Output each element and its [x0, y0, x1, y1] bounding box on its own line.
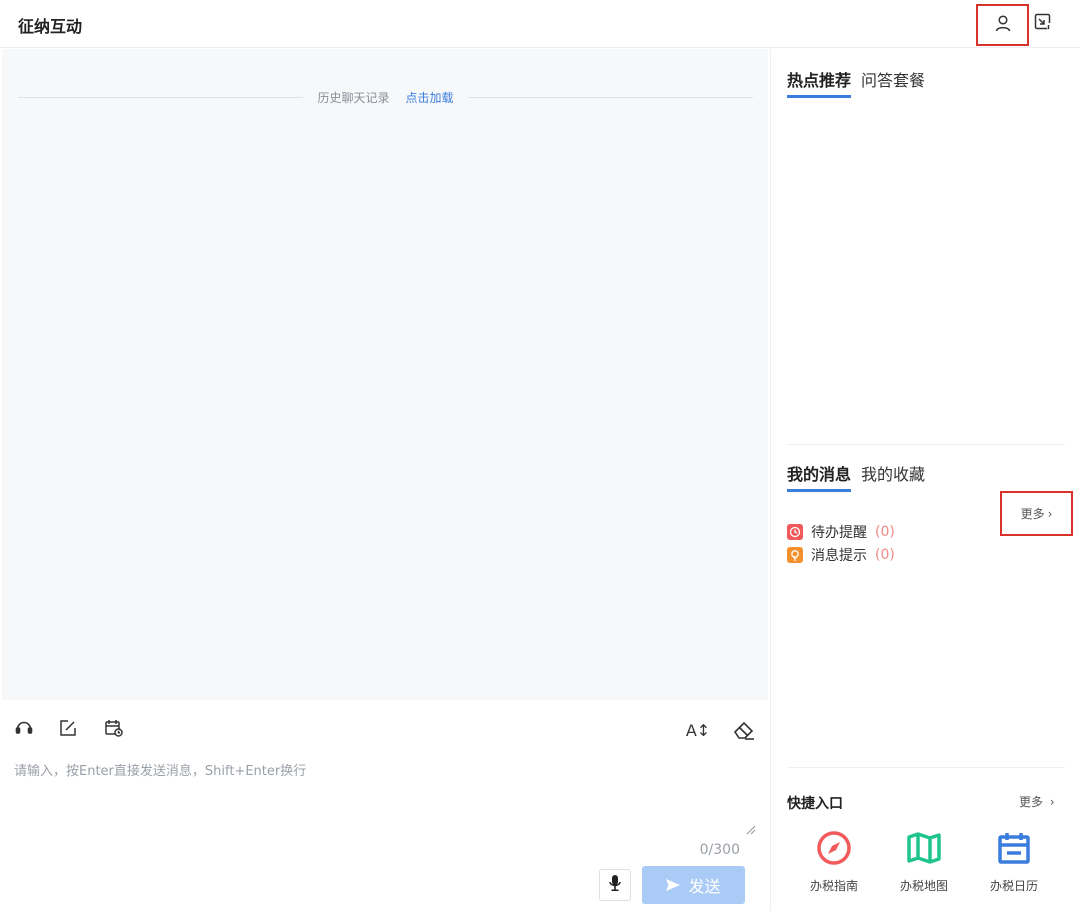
send-icon: [666, 876, 681, 895]
tab-hot-recommend[interactable]: 热点推荐: [787, 67, 852, 98]
message-notice-label: 消息提示: [811, 548, 867, 564]
section-divider: [787, 767, 1065, 768]
tab-qa-package[interactable]: 问答套餐: [861, 67, 925, 98]
quick-item-tax-guide[interactable]: 办税指南: [799, 829, 869, 894]
divider-line: [18, 96, 304, 98]
compass-icon: [814, 829, 854, 867]
clear-button[interactable]: [732, 720, 756, 744]
font-size-button[interactable]: A↕: [684, 718, 712, 742]
message-input[interactable]: [14, 760, 749, 832]
quick-item-tax-map[interactable]: 办税地图: [889, 829, 959, 894]
app-header: 征纳互动: [0, 0, 1080, 48]
calendar-icon: [994, 829, 1034, 867]
message-tabs: 我的消息 我的收藏: [787, 461, 925, 492]
customer-service-button[interactable]: [12, 718, 36, 742]
quick-entry-title: 快捷入口: [787, 796, 843, 812]
section-divider: [787, 444, 1065, 445]
divider-line: [467, 96, 753, 98]
tab-my-messages[interactable]: 我的消息: [787, 461, 852, 492]
quick-item-label: 办税指南: [809, 879, 858, 893]
edit-button[interactable]: [56, 718, 80, 742]
todo-reminder-label: 待办提醒: [811, 525, 867, 541]
headset-icon: [14, 718, 34, 742]
user-icon: [994, 14, 1012, 36]
send-label: 发送: [688, 877, 721, 896]
app-title: 征纳互动: [18, 17, 83, 36]
chevron-right-icon: ›: [1049, 795, 1055, 809]
hot-tabs: 热点推荐 问答套餐: [787, 67, 925, 98]
quick-more-link[interactable]: 更多 ›: [1019, 793, 1055, 810]
message-notice-item[interactable]: 消息提示 (0): [787, 545, 895, 565]
send-button[interactable]: 发送: [642, 866, 745, 904]
font-size-icon: A↕: [685, 720, 711, 740]
schedule-button[interactable]: [102, 718, 126, 742]
more-label: 更多: [1019, 795, 1044, 809]
resize-grip-icon[interactable]: [746, 820, 756, 835]
exit-icon: [1034, 13, 1052, 35]
quick-item-label: 办税地图: [899, 879, 948, 893]
microphone-icon: [608, 874, 622, 896]
exit-button[interactable]: [1033, 13, 1053, 35]
quick-item-label: 办税日历: [989, 879, 1038, 893]
voice-input-button[interactable]: [599, 869, 631, 901]
chevron-right-icon: ›: [1047, 506, 1053, 521]
message-notice-count: (0): [875, 547, 895, 563]
user-button[interactable]: [976, 4, 1029, 46]
input-area: A↕ 0/300: [2, 700, 768, 911]
history-divider: 历史聊天记录 点击加载: [18, 87, 753, 107]
edit-icon: [58, 718, 78, 742]
todo-reminder-count: (0): [875, 524, 895, 540]
load-history-link[interactable]: 点击加载: [398, 89, 468, 106]
map-icon: [904, 829, 944, 867]
quick-item-tax-calendar[interactable]: 办税日历: [979, 829, 1049, 894]
clock-icon: [787, 524, 803, 540]
todo-reminder-item[interactable]: 待办提醒 (0): [787, 522, 895, 542]
tab-my-favorites[interactable]: 我的收藏: [861, 461, 925, 492]
eraser-icon: [732, 719, 756, 745]
more-label: 更多: [1020, 507, 1045, 521]
chat-message-area[interactable]: 历史聊天记录 点击加载: [2, 49, 768, 700]
messages-more-link[interactable]: 更多 ›: [1000, 491, 1073, 536]
lightbulb-icon: [787, 547, 803, 563]
calendar-clock-icon: [104, 718, 124, 742]
history-label: 历史聊天记录: [317, 90, 390, 105]
right-panel: 热点推荐 问答套餐 我的消息 我的收藏 更多 › 待办提醒 (0) 消息提示 (…: [770, 49, 1080, 911]
char-counter: 0/300: [699, 842, 740, 858]
